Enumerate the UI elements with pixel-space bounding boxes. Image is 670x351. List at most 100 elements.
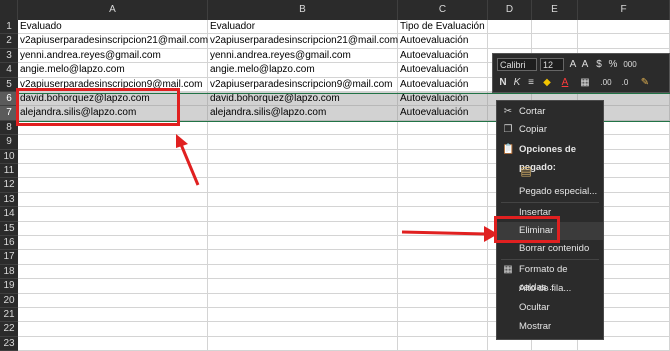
cell[interactable]: [398, 264, 488, 280]
cell[interactable]: [18, 164, 208, 179]
cell[interactable]: Autoevaluación: [398, 106, 488, 121]
cell[interactable]: Autoevaluación: [398, 77, 488, 92]
cell[interactable]: Evaluador: [208, 20, 398, 35]
cell[interactable]: [18, 149, 208, 164]
cell[interactable]: [398, 192, 488, 208]
cell[interactable]: [532, 34, 578, 49]
cell[interactable]: [208, 236, 398, 251]
column-header[interactable]: B: [208, 0, 398, 20]
percent-icon[interactable]: %: [607, 58, 619, 71]
currency-icon[interactable]: $: [593, 58, 605, 71]
row-header[interactable]: 18: [0, 264, 18, 280]
decrease-font-icon[interactable]: A: [579, 58, 591, 71]
row-header[interactable]: 15: [0, 221, 18, 236]
cell[interactable]: [398, 322, 488, 337]
cell[interactable]: [208, 135, 398, 150]
cell[interactable]: Autoevaluación: [398, 48, 488, 64]
cell[interactable]: [208, 164, 398, 179]
select-all-corner[interactable]: [0, 0, 18, 20]
cell[interactable]: [208, 264, 398, 280]
cell[interactable]: [398, 221, 488, 236]
column-header[interactable]: C: [398, 0, 488, 20]
cell[interactable]: [208, 293, 398, 308]
column-header[interactable]: E: [532, 0, 578, 20]
cell[interactable]: [18, 221, 208, 236]
column-header[interactable]: D: [488, 0, 532, 20]
format-painter-icon[interactable]: ✎: [639, 76, 651, 89]
cell[interactable]: Tipo de Evaluación: [398, 20, 488, 35]
cell[interactable]: angie.melo@lapzo.com: [208, 63, 398, 78]
cell[interactable]: [208, 279, 398, 294]
row-header[interactable]: 22: [0, 322, 18, 337]
italic-icon[interactable]: K: [511, 76, 523, 89]
cell[interactable]: [398, 149, 488, 164]
cell[interactable]: [18, 250, 208, 265]
font-color-icon[interactable]: A: [559, 76, 571, 89]
menu-item-copy[interactable]: ❐ Copiar: [497, 121, 603, 139]
cell[interactable]: [18, 135, 208, 150]
row-header[interactable]: 14: [0, 207, 18, 222]
cell[interactable]: Evaluado: [18, 20, 208, 35]
menu-item-cut[interactable]: ✂ Cortar: [497, 103, 603, 121]
increase-font-icon[interactable]: A: [567, 58, 579, 71]
cell[interactable]: yenni.andrea.reyes@gmail.com: [208, 48, 398, 64]
cell[interactable]: angie.melo@lapzo.com: [18, 63, 208, 78]
cell[interactable]: [208, 221, 398, 236]
cell[interactable]: [208, 336, 398, 351]
cell[interactable]: [18, 279, 208, 294]
row-header[interactable]: 20: [0, 293, 18, 308]
cell[interactable]: [208, 192, 398, 208]
cell[interactable]: Autoevaluación: [398, 63, 488, 78]
row-header[interactable]: 12: [0, 178, 18, 193]
row-header[interactable]: 9: [0, 135, 18, 150]
cell[interactable]: [208, 250, 398, 265]
cell[interactable]: [18, 308, 208, 323]
cell[interactable]: [18, 192, 208, 208]
cell[interactable]: [398, 207, 488, 222]
cell[interactable]: Autoevaluación: [398, 92, 488, 107]
cell[interactable]: [208, 322, 398, 337]
cell[interactable]: v2apiuserparadesinscripcion21@mail.com: [18, 34, 208, 49]
fill-color-icon[interactable]: ◆: [541, 76, 553, 89]
align-icon[interactable]: ≡: [525, 76, 537, 89]
cell[interactable]: [208, 207, 398, 222]
cell[interactable]: [18, 264, 208, 280]
cell[interactable]: [18, 207, 208, 222]
cell[interactable]: [208, 120, 398, 136]
cell[interactable]: alejandra.silis@lapzo.com: [208, 106, 398, 121]
row-header[interactable]: 16: [0, 236, 18, 251]
column-header[interactable]: A: [18, 0, 208, 20]
font-name-box[interactable]: Calibri: [497, 58, 537, 71]
cell[interactable]: [578, 20, 670, 35]
font-size-box[interactable]: 12: [540, 58, 564, 71]
thousands-icon[interactable]: 000: [621, 58, 639, 71]
row-header[interactable]: 21: [0, 308, 18, 323]
increase-decimal-icon[interactable]: .00: [597, 76, 615, 89]
cell[interactable]: [398, 250, 488, 265]
cell[interactable]: Autoevaluación: [398, 34, 488, 49]
row-header[interactable]: 4: [0, 63, 18, 78]
row-header[interactable]: 23: [0, 336, 18, 351]
row-header[interactable]: 3: [0, 48, 18, 64]
cell[interactable]: [488, 34, 532, 49]
cell[interactable]: [18, 236, 208, 251]
cell[interactable]: [398, 293, 488, 308]
cell[interactable]: v2apiuserparadesinscripcion21@mail.com: [208, 34, 398, 49]
cell[interactable]: [208, 178, 398, 193]
cell[interactable]: david.bohorquez@lapzo.com: [208, 92, 398, 107]
menu-item-row-height[interactable]: Alto de fila...: [497, 280, 603, 298]
column-header[interactable]: F: [578, 0, 670, 20]
cell[interactable]: [488, 20, 532, 35]
cell[interactable]: [208, 308, 398, 323]
cell[interactable]: [398, 120, 488, 136]
menu-item-hide[interactable]: Ocultar: [497, 299, 603, 317]
cell[interactable]: [578, 34, 670, 49]
cell[interactable]: [208, 149, 398, 164]
cell[interactable]: [398, 164, 488, 179]
cell[interactable]: [398, 308, 488, 323]
cell[interactable]: [398, 236, 488, 251]
row-header[interactable]: 10: [0, 149, 18, 164]
cell[interactable]: [532, 20, 578, 35]
cell[interactable]: [398, 336, 488, 351]
row-header[interactable]: 19: [0, 279, 18, 294]
